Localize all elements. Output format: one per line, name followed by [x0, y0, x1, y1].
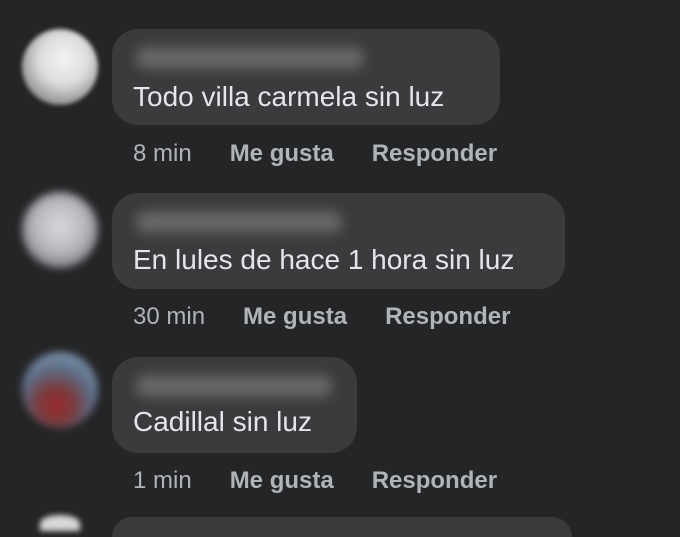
avatar[interactable]	[22, 192, 98, 268]
comment-time: 30 min	[133, 303, 206, 330]
reply-button[interactable]: Responder	[372, 139, 497, 169]
avatar[interactable]	[22, 29, 98, 105]
comment-bubble: Cadillal sin luz	[112, 357, 357, 453]
comment-bubble: En lules de hace 1 hora sin luz	[112, 193, 565, 289]
comment-bubble: Todo villa carmela sin luz	[112, 29, 500, 125]
comment-text: Cadillal sin luz	[133, 406, 312, 437]
reply-button[interactable]: Responder	[372, 466, 497, 496]
comment-actions: 8 min Me gusta Responder	[133, 139, 497, 169]
avatar[interactable]	[40, 515, 80, 531]
reply-button[interactable]: Responder	[385, 302, 510, 332]
author-name-redacted[interactable]	[136, 375, 332, 397]
like-button[interactable]: Me gusta	[230, 139, 334, 169]
author-name-redacted[interactable]	[136, 211, 342, 233]
comment-actions: 30 min Me gusta Responder	[133, 302, 510, 332]
comment-text: Todo villa carmela sin luz	[133, 81, 445, 112]
comment-time: 8 min	[133, 140, 192, 167]
comment-text: En lules de hace 1 hora sin luz	[133, 244, 515, 275]
avatar[interactable]	[22, 352, 98, 428]
author-name-redacted[interactable]	[136, 47, 364, 69]
comment-actions: 1 min Me gusta Responder	[133, 466, 497, 496]
like-button[interactable]: Me gusta	[243, 302, 347, 332]
like-button[interactable]: Me gusta	[230, 466, 334, 496]
comment-bubble	[112, 517, 572, 537]
comment-time: 1 min	[133, 467, 192, 494]
